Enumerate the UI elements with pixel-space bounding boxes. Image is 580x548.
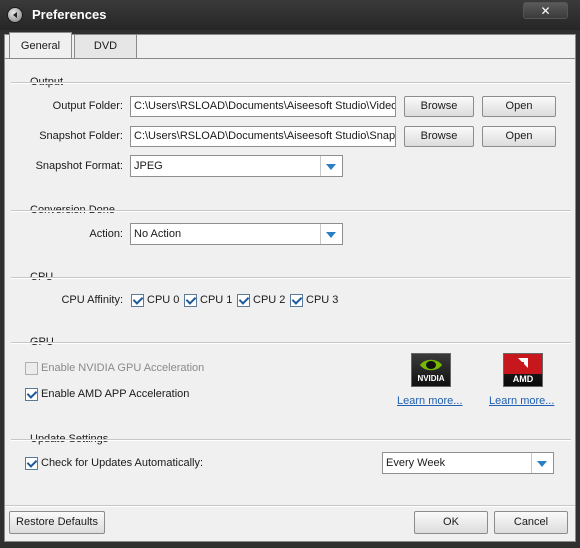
chevron-down-icon xyxy=(320,224,342,244)
update-frequency-value: Every Week xyxy=(386,457,446,469)
nvidia-logo: NVIDIA xyxy=(411,353,451,387)
snapshot-folder-label: Snapshot Folder: xyxy=(39,130,123,142)
nvidia-learn-more-link[interactable]: Learn more... xyxy=(397,395,462,407)
cpu3-label: CPU 3 xyxy=(306,294,339,306)
update-frequency-select[interactable]: Every Week xyxy=(382,452,554,474)
cancel-button[interactable]: Cancel xyxy=(494,511,568,534)
title-bar: Preferences ✕ xyxy=(0,0,580,30)
general-panel: Output Output Folder: C:\Users\RSLOAD\Do… xyxy=(5,58,575,506)
tab-dvd[interactable]: DVD xyxy=(74,34,137,58)
ok-button[interactable]: OK xyxy=(414,511,488,534)
cpu1-checkbox[interactable] xyxy=(184,294,197,307)
auto-update-label: Check for Updates Automatically: xyxy=(41,457,204,469)
cpu2-label: CPU 2 xyxy=(253,294,286,306)
cpu3-checkbox[interactable] xyxy=(290,294,303,307)
action-value: No Action xyxy=(134,228,182,240)
nvidia-eye-icon xyxy=(420,359,442,371)
nvidia-checkbox[interactable] xyxy=(25,362,38,375)
snapshot-format-select[interactable]: JPEG xyxy=(130,155,343,177)
chevron-down-icon xyxy=(320,156,342,176)
nvidia-label: Enable NVIDIA GPU Acceleration xyxy=(41,362,205,374)
amd-logo-mark xyxy=(504,354,542,374)
snapshot-format-value: JPEG xyxy=(134,160,163,172)
output-browse-button[interactable]: Browse xyxy=(404,96,474,117)
nvidia-logo-text: NVIDIA xyxy=(417,374,445,383)
output-folder-label: Output Folder: xyxy=(52,100,123,112)
cpu0-label: CPU 0 xyxy=(147,294,180,306)
snapshot-format-label: Snapshot Format: xyxy=(35,160,123,172)
divider xyxy=(11,210,571,212)
action-select[interactable]: No Action xyxy=(130,223,343,245)
output-folder-field[interactable]: C:\Users\RSLOAD\Documents\Aiseesoft Stud… xyxy=(130,96,396,117)
amd-logo-text: AMD xyxy=(512,374,534,384)
divider xyxy=(11,82,571,84)
amd-arrow-icon xyxy=(518,358,528,368)
close-button[interactable]: ✕ xyxy=(523,2,568,19)
cpu1-label: CPU 1 xyxy=(200,294,233,306)
amd-checkbox[interactable] xyxy=(25,388,38,401)
restore-defaults-button[interactable]: Restore Defaults xyxy=(9,511,105,534)
footer-divider xyxy=(5,505,575,507)
cpu2-checkbox[interactable] xyxy=(237,294,250,307)
snapshot-folder-field[interactable]: C:\Users\RSLOAD\Documents\Aiseesoft Stud… xyxy=(130,126,396,147)
cpu0-checkbox[interactable] xyxy=(131,294,144,307)
auto-update-checkbox[interactable] xyxy=(25,457,38,470)
tab-general[interactable]: General xyxy=(9,32,72,59)
amd-learn-more-link[interactable]: Learn more... xyxy=(489,395,554,407)
snapshot-open-button[interactable]: Open xyxy=(482,126,556,147)
preferences-window: Preferences ✕ General DVD Output Output … xyxy=(0,0,580,548)
divider xyxy=(11,439,571,441)
action-label: Action: xyxy=(89,228,123,240)
divider xyxy=(11,277,571,279)
dialog-body: General DVD Output Output Folder: C:\Use… xyxy=(4,32,576,542)
app-icon xyxy=(7,7,23,23)
cpu-affinity-label: CPU Affinity: xyxy=(61,294,123,306)
snapshot-browse-button[interactable]: Browse xyxy=(404,126,474,147)
output-open-button[interactable]: Open xyxy=(482,96,556,117)
divider xyxy=(11,342,571,344)
window-title: Preferences xyxy=(32,7,107,22)
chevron-down-icon xyxy=(531,453,553,473)
amd-logo: AMD xyxy=(503,353,543,387)
close-icon: ✕ xyxy=(540,4,551,18)
amd-label: Enable AMD APP Acceleration xyxy=(41,388,190,400)
